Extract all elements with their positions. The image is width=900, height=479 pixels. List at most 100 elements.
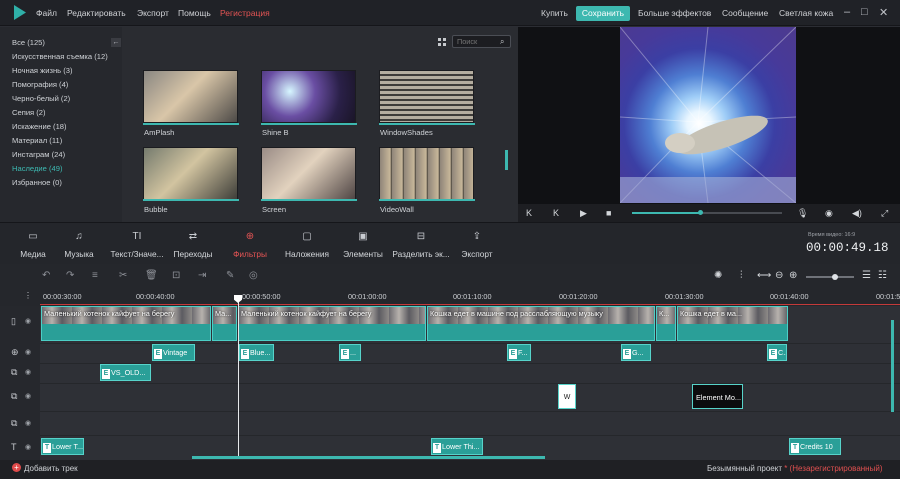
filter-thumbnail[interactable]: [143, 147, 238, 200]
element-clip[interactable]: Element Mo...: [692, 384, 743, 409]
maximize-icon[interactable]: □: [861, 6, 868, 18]
fullscreen-icon[interactable]: ⤢: [881, 208, 888, 219]
filter-thumbnail[interactable]: [379, 70, 474, 123]
tab-music[interactable]: ♫ Музыка: [60, 231, 98, 259]
list-view-icon[interactable]: ☰: [862, 270, 871, 281]
color-icon[interactable]: ◎: [249, 270, 258, 281]
stop-icon[interactable]: ■: [606, 208, 611, 218]
text-clip[interactable]: T Credits 10: [789, 438, 841, 455]
tab-transitions[interactable]: ⇄ Переходы: [170, 231, 216, 259]
playback-progress-knob[interactable]: [698, 210, 703, 215]
speed-icon[interactable]: ✺: [714, 270, 722, 281]
more-effects-link[interactable]: Больше эффектов: [638, 8, 711, 18]
tab-text[interactable]: TI Текст/Значе...: [108, 231, 166, 259]
category-item[interactable]: Избранное (0): [12, 178, 62, 187]
tab-export[interactable]: ⇪ Экспорт: [458, 231, 496, 259]
zoom-slider-knob[interactable]: [832, 274, 838, 280]
theme-link[interactable]: Светлая кожа: [779, 8, 833, 18]
zoom-in-icon[interactable]: ⊕: [789, 270, 797, 281]
message-link[interactable]: Сообщение: [722, 8, 768, 18]
filter-thumbnail[interactable]: [143, 70, 238, 123]
video-clip[interactable]: Маленький котенок кайфует на берегу: [238, 306, 426, 341]
eye-icon[interactable]: ◉: [25, 368, 31, 376]
video-clip[interactable]: Ма...: [212, 306, 237, 341]
filter-thumbnail[interactable]: [261, 147, 356, 200]
tab-split-screen[interactable]: ⊟ Разделить эк...: [392, 231, 450, 259]
text-clip[interactable]: T Lower T...: [41, 438, 84, 455]
category-item[interactable]: Сепия (2): [12, 108, 46, 117]
eye-icon[interactable]: ◉: [25, 348, 31, 356]
collapse-panel-icon[interactable]: ←: [111, 38, 121, 47]
volume-icon[interactable]: ◀): [852, 208, 862, 219]
eye-icon[interactable]: ◉: [25, 392, 31, 400]
cut-icon[interactable]: ✂: [119, 270, 127, 281]
add-track-button[interactable]: Добавить трек: [24, 464, 78, 473]
category-item[interactable]: Материал (11): [12, 136, 62, 145]
tab-elements[interactable]: ▣ Элементы: [340, 231, 386, 259]
close-icon[interactable]: ✕: [879, 6, 888, 19]
tab-media[interactable]: ▭ Медиа: [14, 231, 52, 259]
category-item[interactable]: Ночная жизнь (3): [12, 66, 72, 75]
category-item-selected[interactable]: Наследие (49): [12, 164, 63, 173]
menu-help[interactable]: Помощь: [178, 8, 211, 18]
eye-icon[interactable]: ◉: [25, 443, 31, 451]
zoom-fit-icon[interactable]: ⟷: [757, 270, 771, 281]
category-item[interactable]: Искажение (18): [12, 122, 67, 131]
delete-icon[interactable]: 🗑: [145, 270, 158, 281]
zoom-out-icon[interactable]: ⊖: [775, 270, 783, 281]
add-icon[interactable]: +: [12, 463, 21, 472]
effect-clip[interactable]: E G...: [621, 344, 651, 361]
audio-mixer-icon[interactable]: ⫶: [740, 270, 743, 281]
category-item[interactable]: Помография (4): [12, 80, 68, 89]
minimize-icon[interactable]: –: [844, 6, 850, 18]
search-icon[interactable]: ⌕: [500, 37, 504, 47]
buy-link[interactable]: Купить: [541, 8, 568, 18]
effect-clip[interactable]: E...: [339, 344, 361, 361]
paint-icon[interactable]: ✎: [226, 270, 234, 281]
effect-clip[interactable]: E Blue...: [239, 344, 274, 361]
menu-register[interactable]: Регистрация: [220, 8, 270, 18]
text-clip[interactable]: T Lower Thi...: [431, 438, 483, 455]
tab-filters[interactable]: ⊕ Фильтры: [228, 231, 272, 259]
adjust-icon[interactable]: ≡: [92, 270, 98, 281]
effect-clip[interactable]: E F...: [507, 344, 531, 361]
effect-clip[interactable]: EC...: [767, 344, 787, 361]
track-settings-icon[interactable]: ⋮: [24, 291, 32, 300]
redo-icon[interactable]: ↷: [66, 270, 74, 281]
category-item[interactable]: Черно-белый (2): [12, 94, 70, 103]
crop-icon[interactable]: ⊡: [172, 270, 180, 281]
undo-icon[interactable]: ↶: [42, 270, 50, 281]
category-item[interactable]: Инстаграм (24): [12, 150, 65, 159]
detach-icon[interactable]: ⇥: [198, 270, 206, 281]
category-item[interactable]: Искусственная съемка (12): [12, 52, 108, 61]
video-clip[interactable]: Маленький котенок кайфует на берегу: [41, 306, 211, 341]
grid-view-icon[interactable]: ☷: [878, 270, 887, 281]
tab-overlays[interactable]: ▢ Наложения: [282, 231, 332, 259]
step-back-icon[interactable]: K: [553, 208, 559, 218]
video-clip[interactable]: Кошка едет в ма...: [677, 306, 788, 341]
eye-icon[interactable]: ◉: [25, 317, 31, 325]
menu-export[interactable]: Экспорт: [137, 8, 169, 18]
save-button[interactable]: Сохранить: [576, 6, 630, 21]
element-clip[interactable]: W: [558, 384, 576, 409]
camera-icon[interactable]: ◉: [825, 208, 833, 219]
filter-thumbnail[interactable]: [261, 70, 356, 123]
timeline-horizontal-scrollbar[interactable]: [192, 456, 545, 459]
playhead-line[interactable]: [238, 296, 239, 456]
category-item[interactable]: Все (125): [12, 38, 45, 47]
filter-thumbnail[interactable]: [379, 147, 474, 200]
timeline-vertical-scrollbar[interactable]: [891, 320, 894, 412]
microphone-icon[interactable]: 🎙: [797, 208, 808, 219]
eye-icon[interactable]: ◉: [25, 419, 31, 427]
play-icon[interactable]: ▶: [580, 208, 587, 219]
zoom-slider-track[interactable]: [806, 276, 854, 278]
effect-clip[interactable]: E Vintage: [152, 344, 195, 361]
menu-edit[interactable]: Редактировать: [67, 8, 126, 18]
prev-frame-icon[interactable]: K: [526, 208, 532, 218]
video-clip[interactable]: Кошка едет в машине под расслабляющую му…: [427, 306, 655, 341]
library-scrollbar[interactable]: [505, 150, 508, 170]
menu-file[interactable]: Файл: [36, 8, 57, 18]
grid-view-icon[interactable]: [438, 38, 446, 46]
overlay-clip[interactable]: E VS_OLD...: [100, 364, 151, 381]
video-clip[interactable]: К...: [656, 306, 676, 341]
